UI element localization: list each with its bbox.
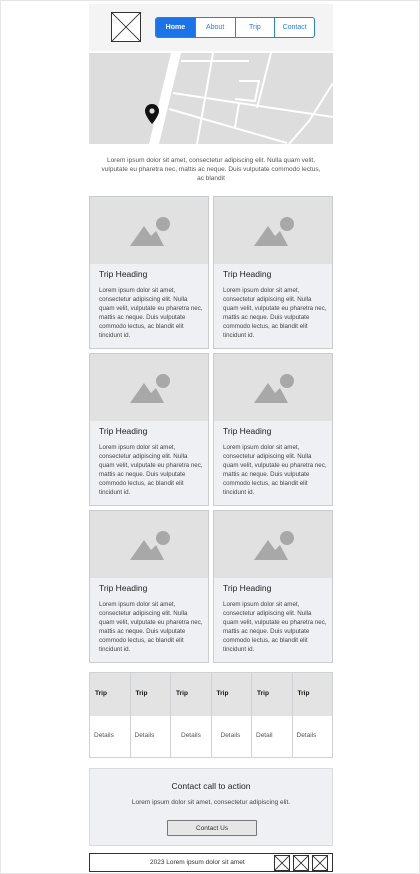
table-header-cell: Trip <box>211 673 251 716</box>
card-title: Trip Heading <box>223 426 272 436</box>
card-title: Trip Heading <box>223 583 272 593</box>
card-title: Trip Heading <box>99 269 148 279</box>
nav-home[interactable]: Home <box>156 18 195 37</box>
table-cell[interactable]: Detail <box>252 716 292 757</box>
card-text: Lorem ipsum dolor sit amet, consectetur … <box>223 287 327 339</box>
nav-about[interactable]: About <box>194 18 235 37</box>
table-header-cell: Trip <box>130 673 170 716</box>
image-placeholder-icon <box>90 354 208 421</box>
table-cell[interactable]: Details <box>130 716 170 757</box>
table-column: Trip Details <box>291 673 332 757</box>
card-title: Trip Heading <box>99 583 148 593</box>
contact-cta-section: Contact call to action Lorem ipsum dolor… <box>89 768 333 846</box>
trip-card[interactable]: Trip Heading Lorem ipsum dolor sit amet,… <box>213 510 333 663</box>
trip-card[interactable]: Trip Heading Lorem ipsum dolor sit amet,… <box>89 510 209 663</box>
trip-card[interactable]: Trip Heading Lorem ipsum dolor sit amet,… <box>89 196 209 349</box>
map-pin-icon[interactable] <box>145 104 159 124</box>
trip-card[interactable]: Trip Heading Lorem ipsum dolor sit amet,… <box>89 353 209 506</box>
site-header: Home About Trip Contact <box>89 4 333 51</box>
logo-placeholder-icon[interactable] <box>111 12 141 42</box>
table-column: Trip Details <box>210 673 251 757</box>
cta-text: Lorem ipsum dolor sit amet, consectetur … <box>131 799 291 806</box>
site-footer: 2023 Lorem ipsum dolor sit amet <box>89 853 333 872</box>
footer-copyright: 2023 Lorem ipsum dolor sit amet <box>150 859 245 866</box>
card-text: Lorem ipsum dolor sit amet, consectetur … <box>99 601 203 653</box>
table-header-cell: Trip <box>171 673 211 716</box>
card-text: Lorem ipsum dolor sit amet, consectetur … <box>223 601 327 653</box>
image-placeholder-icon <box>214 511 332 578</box>
card-text: Lorem ipsum dolor sit amet, consectetur … <box>223 444 327 496</box>
table-cell[interactable]: Details <box>171 716 211 757</box>
trip-table: Trip Details Trip Details Trip Details T… <box>89 672 333 758</box>
social-placeholder-icon[interactable] <box>274 855 290 871</box>
social-placeholder-icon[interactable] <box>293 855 309 871</box>
nav-contact[interactable]: Contact <box>274 18 314 37</box>
table-cell[interactable]: Details <box>292 716 332 757</box>
table-header-cell: Trip <box>252 673 292 716</box>
image-placeholder-icon <box>214 197 332 264</box>
footer-social-links <box>274 855 328 871</box>
table-cell[interactable]: Details <box>90 716 130 757</box>
table-column: Trip Details <box>129 673 170 757</box>
image-placeholder-icon <box>90 197 208 264</box>
map-view[interactable] <box>89 53 333 144</box>
image-placeholder-icon <box>214 354 332 421</box>
social-placeholder-icon[interactable] <box>312 855 328 871</box>
table-header-cell: Trip <box>90 673 130 716</box>
main-nav: Home About Trip Contact <box>155 17 315 38</box>
table-column: Trip Details <box>170 673 211 757</box>
trip-card[interactable]: Trip Heading Lorem ipsum dolor sit amet,… <box>213 353 333 506</box>
table-header-cell: Trip <box>292 673 332 716</box>
card-title: Trip Heading <box>99 426 148 436</box>
card-text: Lorem ipsum dolor sit amet, consectetur … <box>99 287 203 339</box>
table-column: Trip Detail <box>251 673 292 757</box>
image-placeholder-icon <box>90 511 208 578</box>
nav-trip[interactable]: Trip <box>234 18 275 37</box>
intro-text: Lorem ipsum dolor sit amet, consectetur … <box>101 157 321 182</box>
cta-title: Contact call to action <box>171 781 251 791</box>
table-cell[interactable]: Details <box>211 716 251 757</box>
contact-us-button[interactable]: Contact Us <box>167 820 257 836</box>
table-column: Trip Details <box>90 673 130 757</box>
card-text: Lorem ipsum dolor sit amet, consectetur … <box>99 444 203 496</box>
card-title: Trip Heading <box>223 269 272 279</box>
trip-card[interactable]: Trip Heading Lorem ipsum dolor sit amet,… <box>213 196 333 349</box>
